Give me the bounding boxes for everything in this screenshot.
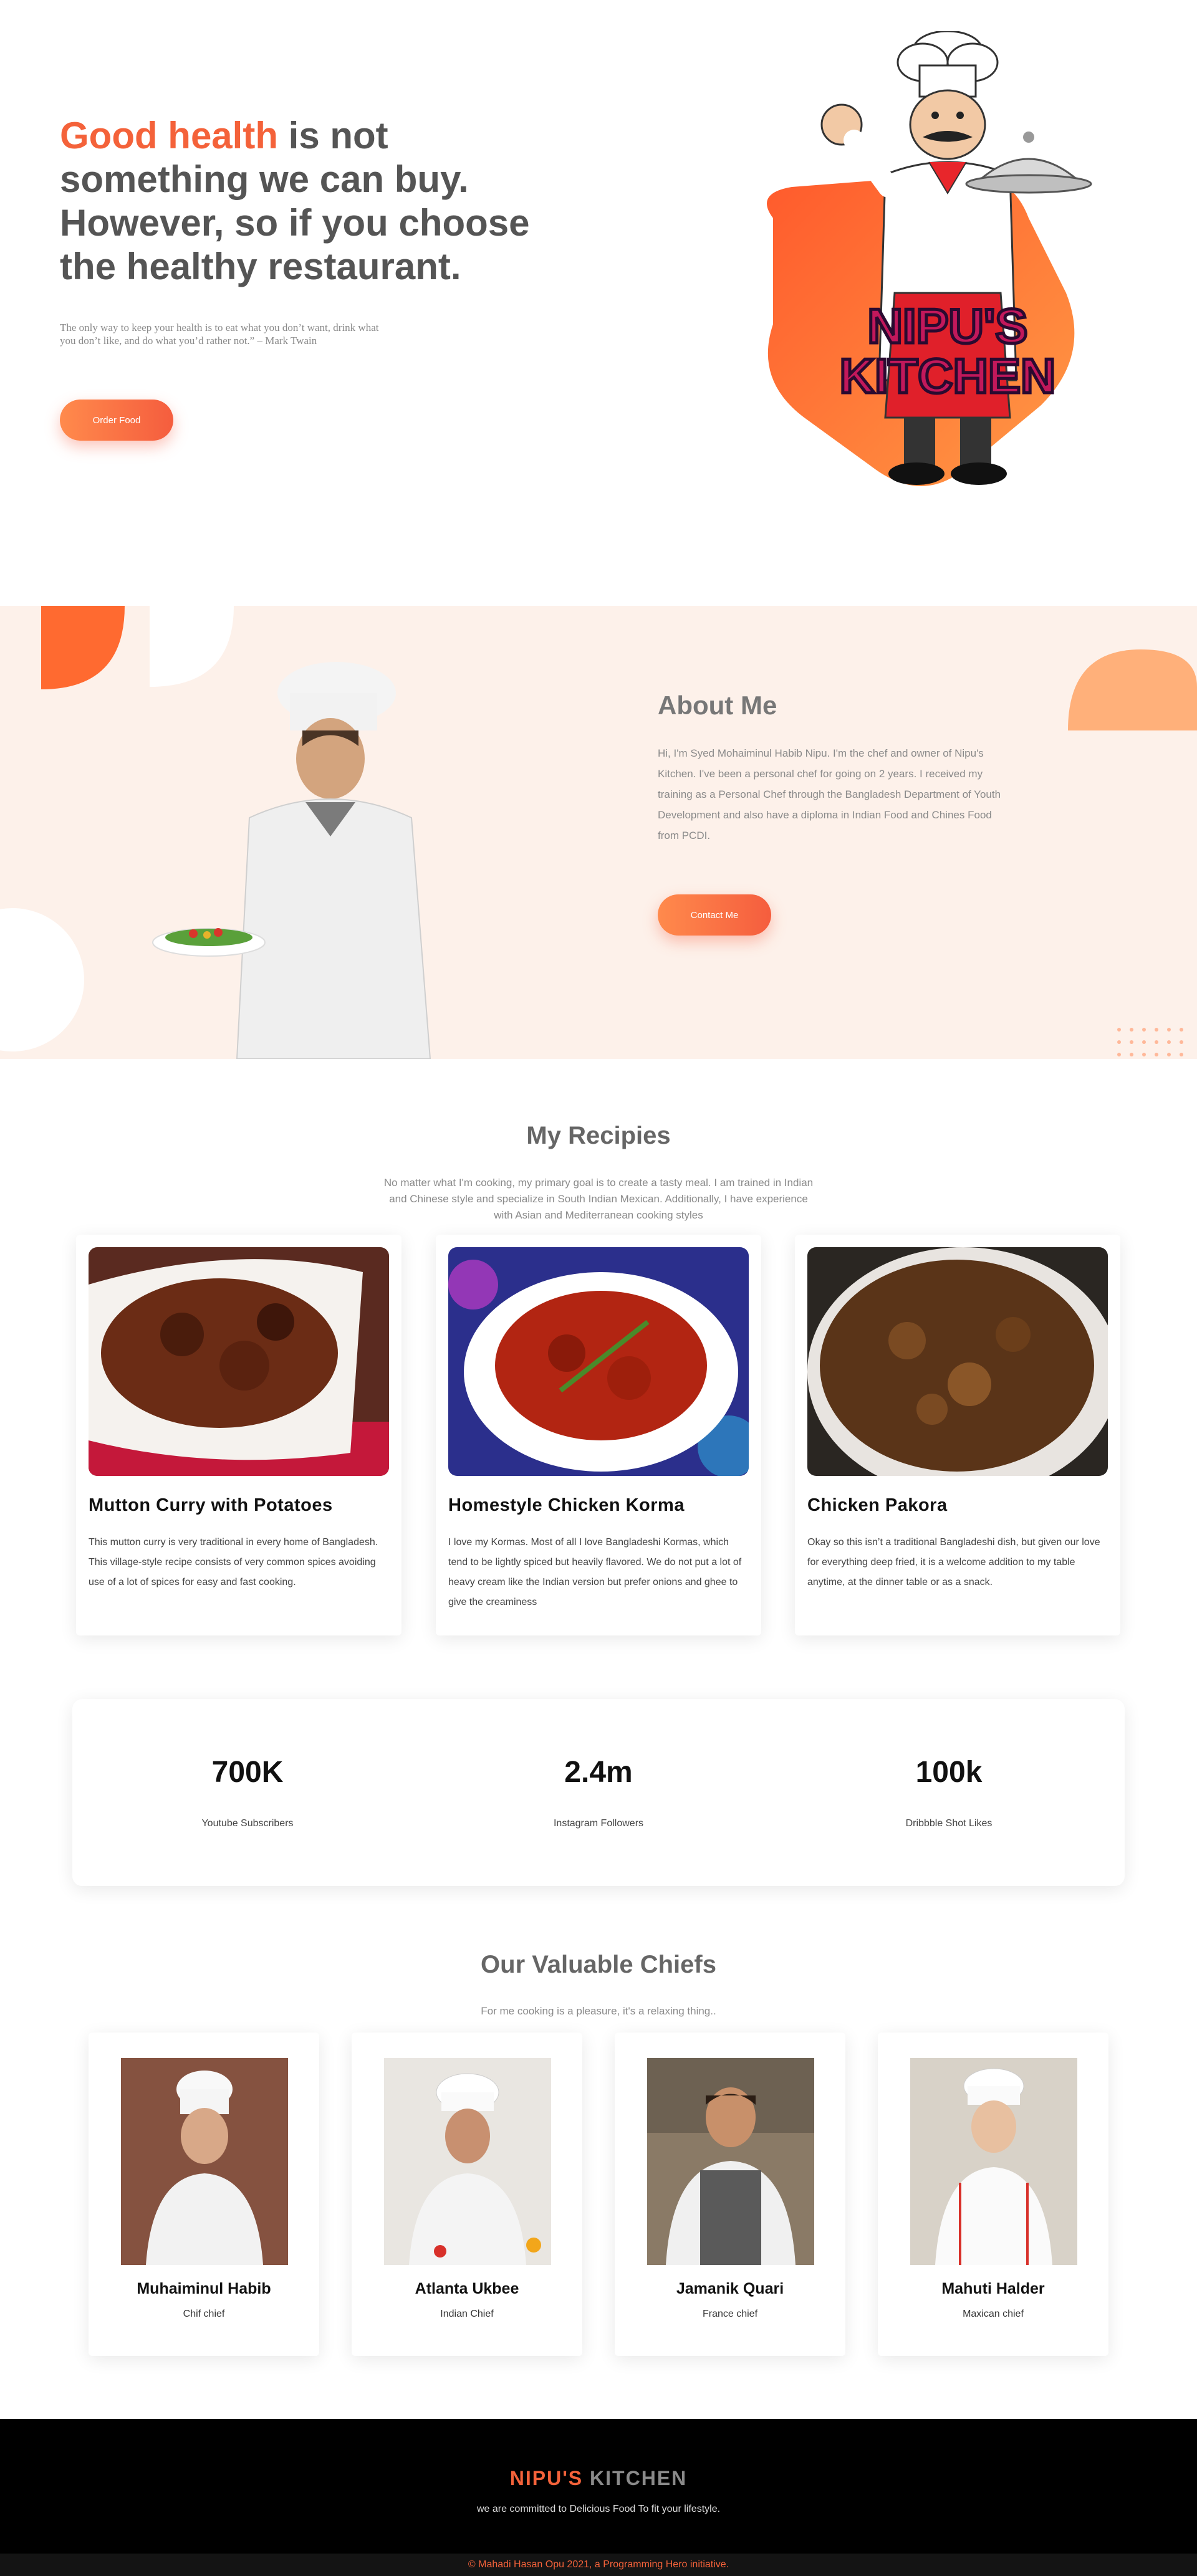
order-food-button[interactable]: Order Food <box>60 400 173 441</box>
chef-mascot-logo: NIPU'S KITCHEN <box>767 31 1092 486</box>
chiefs-subtitle: For me cooking is a pleasure, it's a rel… <box>481 2005 716 2017</box>
chief-name: Muhaiminul Habib <box>137 2280 271 2297</box>
chief-photo <box>121 2058 288 2265</box>
chicken-korma-image <box>448 1247 749 1476</box>
logo-text-line2: KITCHEN <box>840 348 1056 403</box>
hero-title: Good health is not something we can buy.… <box>60 114 534 289</box>
brand-part-2: KITCHEN <box>590 2467 688 2489</box>
hero-title-accent: Good health <box>60 115 278 156</box>
stat-value: 2.4m <box>564 1756 633 1789</box>
recipe-name: Chicken Pakora <box>807 1495 948 1515</box>
recipe-name: Homestyle Chicken Korma <box>448 1495 685 1515</box>
about-title: About Me <box>658 691 777 720</box>
footer-tagline: we are committed to Delicious Food To fi… <box>476 2504 721 2514</box>
stat-label: Youtube Subscribers <box>201 1818 294 1829</box>
chief-card[interactable]: Atlanta Ukbee Indian Chief <box>352 2033 582 2356</box>
recipe-card[interactable]: Mutton Curry with Potatoes This mutton c… <box>76 1235 401 1635</box>
chief-role: France chief <box>702 2309 758 2319</box>
chief-role: Maxican chief <box>963 2309 1024 2319</box>
copyright: © Mahadi Hasan Opu 2021, a Programming H… <box>0 2554 1197 2576</box>
chief-card[interactable]: Mahuti Halder Maxican chief <box>878 2033 1108 2356</box>
hero-quote: The only way to keep your health is to e… <box>60 322 379 347</box>
recipes-subtitle: No matter what I'm cooking, my primary g… <box>383 1177 814 1221</box>
chef-photo <box>152 662 431 1059</box>
recipes-title: My Recipies <box>526 1122 671 1149</box>
logo-text-line1: NIPU'S <box>868 299 1028 353</box>
chief-role: Chif chief <box>183 2309 225 2319</box>
chief-photo <box>647 2058 814 2265</box>
stat-label: Instagram Followers <box>553 1818 644 1829</box>
chief-role: Indian Chief <box>440 2309 494 2319</box>
stat-item: 100k Dribbble Shot Likes <box>824 1755 1074 1829</box>
stat-value: 100k <box>915 1756 983 1789</box>
recipe-description: I love my Kormas. Most of all I love Ban… <box>448 1537 742 1607</box>
chief-name: Jamanik Quari <box>676 2280 784 2297</box>
stat-label: Dribbble Shot Likes <box>905 1818 993 1829</box>
recipe-card[interactable]: Chicken Pakora Okay so this isn’t a trad… <box>795 1235 1120 1635</box>
about-text: Hi, I'm Syed Mohaiminul Habib Nipu. I'm … <box>658 747 1001 841</box>
hero-section: Good health is not something we can buy.… <box>0 0 1197 606</box>
chief-name: Atlanta Ukbee <box>415 2280 519 2297</box>
chief-card[interactable]: Muhaiminul Habib Chif chief <box>89 2033 319 2356</box>
chiefs-title: Our Valuable Chiefs <box>481 1951 716 1978</box>
chief-name: Mahuti Halder <box>941 2280 1045 2297</box>
chief-photo <box>910 2058 1077 2265</box>
recipe-description: This mutton curry is very traditional in… <box>89 1537 378 1587</box>
recipe-description: Okay so this isn’t a traditional Banglad… <box>807 1537 1100 1587</box>
recipe-card[interactable]: Homestyle Chicken Korma I love my Kormas… <box>436 1235 761 1635</box>
chicken-pakora-image <box>807 1247 1108 1476</box>
recipe-name: Mutton Curry with Potatoes <box>89 1495 333 1515</box>
brand-part-1: NIPU'S <box>509 2467 584 2489</box>
footer: NIPU'S KITCHEN we are committed to Delic… <box>0 2419 1197 2554</box>
about-section: About Me Hi, I'm Syed Mohaiminul Habib N… <box>0 606 1197 1059</box>
stat-value: 700K <box>211 1756 284 1789</box>
stat-item: 700K Youtube Subscribers <box>123 1755 372 1829</box>
mutton-curry-image <box>89 1247 389 1476</box>
chief-photo <box>384 2058 551 2265</box>
stats-panel: 700K Youtube Subscribers 2.4m Instagram … <box>72 1699 1125 1886</box>
chief-card[interactable]: Jamanik Quari France chief <box>615 2033 845 2356</box>
contact-me-button[interactable]: Contact Me <box>658 894 771 936</box>
stat-item: 2.4m Instagram Followers <box>474 1755 723 1829</box>
footer-brand[interactable]: NIPU'S KITCHEN <box>0 2467 1197 2490</box>
